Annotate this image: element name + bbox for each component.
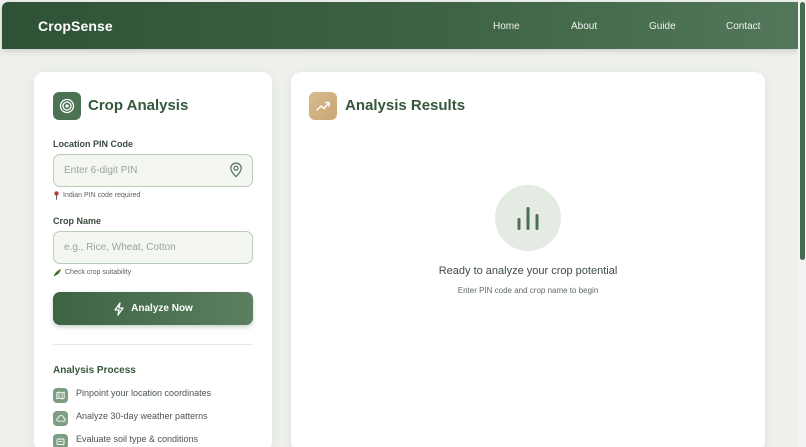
location-pin-icon [229,162,243,183]
nav-link-contact[interactable]: Contact [726,21,760,32]
empty-state-title: Ready to analyze your crop potential [438,265,618,277]
bar-chart-icon [517,207,539,230]
pushpin-icon [54,191,59,200]
map-icon [53,388,68,403]
cloud-icon [53,411,68,426]
analysis-results-title: Analysis Results [345,97,466,114]
pin-code-label: Location PIN Code [53,139,134,149]
crop-name-label: Crop Name [53,216,102,226]
process-step-soil: Evaluate soil type & conditions [53,434,198,447]
page-scrollbar[interactable] [798,0,806,447]
analyze-now-label: Analyze Now [131,303,193,314]
target-icon [53,92,81,120]
crop-name-field-wrapper [53,231,253,264]
crop-name-hint: Check crop suitability [53,268,131,277]
crop-name-input[interactable] [54,232,252,263]
empty-state-illustration [495,185,561,251]
analyze-now-button[interactable]: Analyze Now [53,292,253,325]
scrollbar-thumb[interactable] [800,2,805,260]
crop-analysis-title: Crop Analysis [88,97,189,114]
section-divider [53,344,253,345]
nav-link-guide[interactable]: Guide [649,21,676,32]
analysis-process-title: Analysis Process [53,365,136,376]
process-step-label: Analyze 30-day weather patterns [76,411,208,421]
brand-logo[interactable]: CropSense [38,18,113,34]
top-navbar: CropSense Home About Guide Contact [2,2,798,49]
pin-code-field-wrapper [53,154,253,187]
process-step-weather: Analyze 30-day weather patterns [53,411,208,426]
soil-icon [53,434,68,447]
analysis-results-card: Analysis Results Ready to analyze your c… [291,72,765,447]
trending-up-icon [309,92,337,120]
nav-link-about[interactable]: About [571,21,597,32]
process-step-location: Pinpoint your location coordinates [53,388,211,403]
seedling-icon [53,269,61,277]
lightning-icon [114,301,124,316]
pin-code-hint: Indian PIN code required [53,191,140,200]
crop-name-hint-text: Check crop suitability [65,269,132,276]
pin-code-input[interactable] [54,155,252,186]
nav-link-home[interactable]: Home [493,21,520,32]
crop-analysis-card: Crop Analysis Location PIN Code Indian P… [34,72,272,447]
pin-code-hint-text: Indian PIN code required [63,192,141,199]
process-step-label: Evaluate soil type & conditions [76,434,199,444]
process-step-label: Pinpoint your location coordinates [76,388,212,398]
empty-state-subtitle: Enter PIN code and crop name to begin [457,286,599,295]
